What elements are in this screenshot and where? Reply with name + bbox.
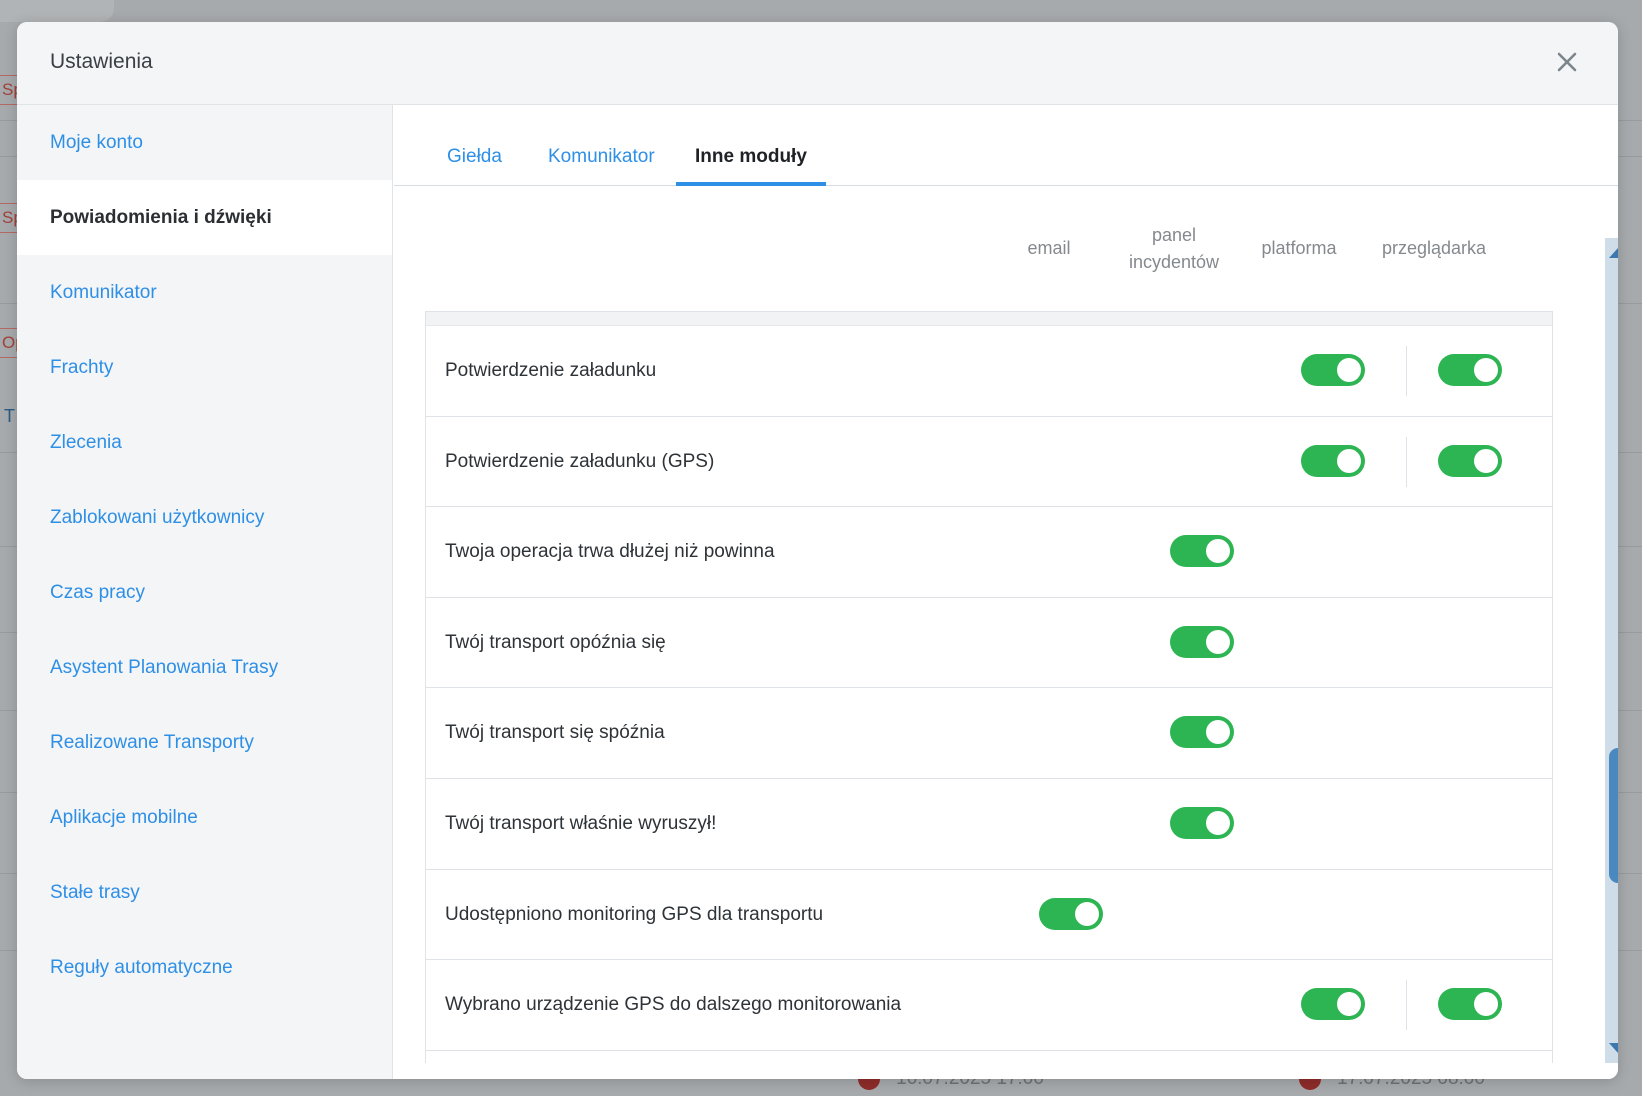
settings-content: Giełda Komunikator Inne moduły email pan…: [394, 105, 1618, 1079]
browser-toggle[interactable]: [1438, 988, 1502, 1021]
table-row: Twój transport opóźnia się: [426, 598, 1552, 689]
table-row: Twój transport się spóźnia: [426, 688, 1552, 779]
tab-other-modules[interactable]: Inne moduły: [676, 141, 826, 186]
toggle-knob: [1075, 901, 1099, 926]
platform-toggle[interactable]: [1301, 354, 1365, 386]
table-row: Potwierdzenie załadunku (GPS): [426, 417, 1552, 508]
browser-toggle[interactable]: [1438, 444, 1502, 477]
incident-panel-toggle[interactable]: [1170, 625, 1234, 658]
sidebar-item-mobile-apps[interactable]: Aplikacje mobilne: [17, 780, 392, 855]
close-icon: [1557, 52, 1577, 72]
platform-toggle[interactable]: [1301, 444, 1365, 477]
toggle-knob: [1206, 810, 1230, 835]
column-header-browser: przeglądarka: [1381, 238, 1487, 258]
toggle-knob: [1337, 448, 1361, 473]
table-row: Twoja operacja trwa dłużej niż powinna: [426, 507, 1552, 598]
column-header-panel-line2: incydentów: [1128, 252, 1220, 272]
toggle-knob: [1474, 992, 1498, 1017]
browser-toggle[interactable]: [1438, 354, 1502, 386]
tab-exchange[interactable]: Giełda: [447, 141, 502, 186]
incident-panel-toggle[interactable]: [1170, 806, 1234, 839]
tab-messenger[interactable]: Komunikator: [548, 141, 655, 186]
column-divider: [1406, 346, 1407, 396]
scroll-up-arrow-icon[interactable]: [1609, 248, 1618, 258]
column-header-incident-panel: panel incydentów: [1114, 222, 1234, 276]
row-label: Potwierdzenie załadunku: [445, 360, 657, 381]
row-label: Udostępniono monitoring GPS dla transpor…: [445, 903, 824, 925]
row-label: Twoja operacja trwa dłużej niż powinna: [445, 541, 775, 563]
table-row: Udostępniono monitoring GPS dla transpor…: [426, 870, 1552, 961]
table-row: Potwierdzenie załadunku: [426, 326, 1552, 417]
settings-modal: Ustawienia Moje konto Powiadomienia i dź…: [17, 22, 1618, 1079]
toggle-knob: [1206, 629, 1230, 654]
row-label: Twój transport opóźnia się: [445, 631, 666, 653]
column-header-panel-line1: panel: [1151, 225, 1197, 245]
incident-panel-toggle[interactable]: [1170, 535, 1234, 568]
modal-header: Ustawienia: [17, 22, 1618, 105]
sidebar-item-route-planning[interactable]: Asystent Planowania Trasy: [17, 630, 392, 705]
vertical-scrollbar[interactable]: [1605, 238, 1618, 1063]
sidebar-item-my-account[interactable]: Moje konto: [17, 105, 392, 180]
scrollbar-thumb[interactable]: [1609, 748, 1618, 883]
sidebar-item-freights[interactable]: Frachty: [17, 330, 392, 405]
sidebar-item-automatic-rules[interactable]: Reguły automatyczne: [17, 930, 392, 1005]
modal-title: Ustawienia: [50, 50, 153, 73]
settings-sidebar: Moje konto Powiadomienia i dźwięki Komun…: [17, 105, 393, 1079]
row-label: Twój transport właśnie wyruszył!: [445, 812, 717, 834]
table-top-strip: [426, 312, 1552, 326]
toggle-knob: [1474, 358, 1498, 382]
platform-toggle[interactable]: [1301, 988, 1365, 1021]
column-header-email: email: [1027, 238, 1071, 258]
sidebar-item-fixed-routes[interactable]: Stałe trasy: [17, 855, 392, 930]
table-row: Wybrano urządzenie GPS do dalszego monit…: [426, 960, 1552, 1051]
email-toggle[interactable]: [1039, 897, 1103, 930]
toggle-knob: [1474, 448, 1498, 473]
row-label: Potwierdzenie załadunku (GPS): [445, 450, 715, 472]
row-label: Wybrano urządzenie GPS do dalszego monit…: [445, 994, 902, 1016]
column-header-platform: platforma: [1261, 238, 1337, 258]
background-box: [0, 0, 114, 22]
notifications-table: Potwierdzenie załadunku Potwierdzenie za…: [425, 311, 1553, 1063]
sidebar-item-messenger[interactable]: Komunikator: [17, 255, 392, 330]
row-label: Twój transport się spóźnia: [445, 722, 665, 744]
sidebar-item-transports[interactable]: Realizowane Transporty: [17, 705, 392, 780]
toggle-knob: [1206, 720, 1230, 745]
background-text: T: [4, 406, 15, 426]
sidebar-item-notifications[interactable]: Powiadomienia i dźwięki: [17, 180, 392, 255]
close-button[interactable]: [1554, 49, 1580, 75]
sidebar-item-orders[interactable]: Zlecenia: [17, 405, 392, 480]
column-divider: [1406, 980, 1407, 1031]
toggle-knob: [1337, 992, 1361, 1017]
toggle-knob: [1337, 358, 1361, 382]
scroll-down-arrow-icon[interactable]: [1609, 1043, 1618, 1053]
column-divider: [1406, 436, 1407, 487]
incident-panel-toggle[interactable]: [1170, 716, 1234, 749]
sidebar-item-blocked-users[interactable]: Zablokowani użytkownicy: [17, 480, 392, 555]
tab-bar: Giełda Komunikator Inne moduły: [394, 105, 1618, 186]
table-row: Twój transport właśnie wyruszył!: [426, 779, 1552, 870]
sidebar-item-working-time[interactable]: Czas pracy: [17, 555, 392, 630]
toggle-knob: [1206, 539, 1230, 564]
